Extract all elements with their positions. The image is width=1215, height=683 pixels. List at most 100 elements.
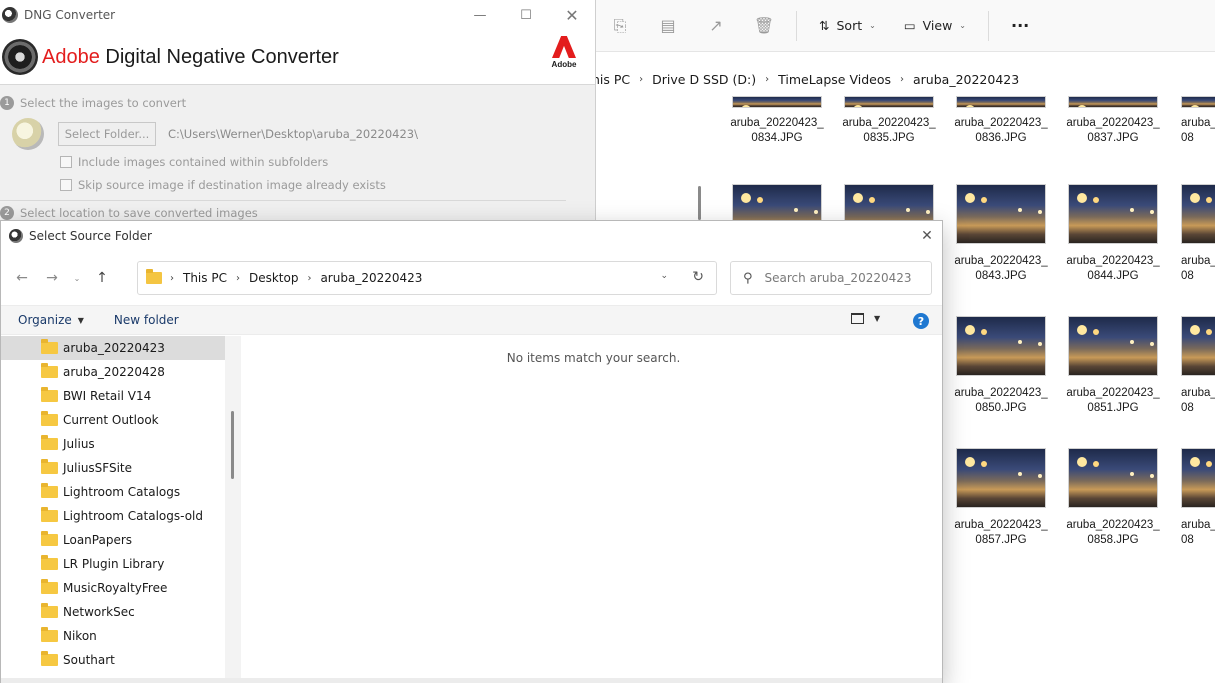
paste-icon[interactable]: ⎘ <box>596 0 644 52</box>
dng-titlebar: DNG Converter — ☐ ✕ <box>0 0 595 30</box>
dialog-address-bar[interactable]: › This PC › Desktop › aruba_20220423 ⌄ ↻ <box>137 261 717 295</box>
folder-tree-item[interactable]: aruba_20220428 <box>1 360 225 384</box>
delete-icon[interactable]: 🗑 <box>740 0 788 52</box>
toolbar-divider <box>796 10 797 41</box>
dialog-command-bar: Organize ▼ New folder ▼ ? <box>1 305 942 335</box>
folder-tree-item[interactable]: BWI Retail V14 <box>1 384 225 408</box>
maximize-icon[interactable]: ☐ <box>503 0 549 30</box>
section-divider <box>0 200 566 201</box>
sort-icon: ⇅ <box>819 18 830 33</box>
thumbnail-label: aruba_ 08 <box>1181 117 1215 144</box>
recent-locations-chevron-icon[interactable]: ⌄ <box>67 263 87 293</box>
folder-tree-item[interactable]: JuliusSFSite <box>1 456 225 480</box>
search-icon: ⚲ <box>743 270 753 286</box>
step-1-heading: 1 Select the images to convert <box>0 96 186 110</box>
thumbnail-label: aruba_ 08 <box>1181 255 1215 282</box>
change-view-button[interactable]: ▼ <box>851 313 880 324</box>
thumbnail-label: aruba_20220423_ 0850.JPG <box>954 387 1048 414</box>
folder-tree-item[interactable]: LR Plugin Library <box>1 552 225 576</box>
refresh-icon[interactable]: ↻ <box>692 269 704 285</box>
include-subfolders-checkbox[interactable]: Include images contained within subfolde… <box>60 155 328 169</box>
folder-name: NetworkSec <box>63 605 135 619</box>
thumbnail-image <box>1068 96 1158 108</box>
thumbnail-image <box>956 448 1046 508</box>
breadcrumb-item[interactable]: This PC <box>183 271 227 285</box>
thumbnail-label: aruba_20220423_ 0835.JPG <box>842 117 936 144</box>
folder-tree-item[interactable]: Julius <box>1 432 225 456</box>
minimize-icon[interactable]: — <box>457 0 503 30</box>
dng-app-icon <box>9 229 23 243</box>
folder-tree-item[interactable]: aruba_20220423 <box>1 336 225 360</box>
thumbnail-item[interactable]: aruba_20220423_ 0836.JPG <box>945 96 1057 146</box>
close-icon[interactable]: ✕ <box>549 0 595 30</box>
folder-tree-item[interactable]: Lightroom Catalogs <box>1 480 225 504</box>
thumbnail-label: aruba_ 08 <box>1181 387 1215 414</box>
thumbnail-item[interactable]: aruba_20220423_ 0850.JPG <box>945 316 1057 416</box>
share-icon[interactable]: ↗ <box>692 0 740 52</box>
folder-name: aruba_20220423 <box>63 341 165 355</box>
address-dropdown-chevron-icon[interactable]: ⌄ <box>660 271 668 281</box>
breadcrumb-item[interactable]: Drive D SSD (D:) <box>652 72 756 87</box>
breadcrumb-item[interactable]: aruba_20220423 <box>320 271 422 285</box>
folder-name: Lightroom Catalogs <box>63 485 181 499</box>
thumbnail-item[interactable]: aruba_20220423_ 0837.JPG <box>1057 96 1169 146</box>
folder-name: JuliusSFSite <box>63 461 133 475</box>
folder-name: Lightroom Catalogs-old <box>63 509 203 523</box>
folder-tree-item[interactable]: Southart <box>1 648 225 672</box>
thumbnail-label: aruba_20220423_ 0857.JPG <box>954 519 1048 546</box>
forward-arrow-icon[interactable]: → <box>37 263 67 293</box>
up-arrow-icon[interactable]: ↑ <box>87 263 117 293</box>
thumbnail-item[interactable]: aruba_ 08 <box>1169 316 1215 416</box>
thumbnail-image <box>956 316 1046 376</box>
more-options-button[interactable]: ··· <box>997 10 1043 42</box>
chevron-down-icon: ⌄ <box>869 21 876 30</box>
explorer-address-bar[interactable]: nis PC › Drive D SSD (D:) › TimeLapse Vi… <box>592 64 1215 94</box>
thumbnail-item[interactable]: aruba_20220423_ 0835.JPG <box>833 96 945 146</box>
folder-icon <box>41 507 58 522</box>
breadcrumb-item[interactable]: TimeLapse Videos <box>778 72 891 87</box>
thumbnail-item[interactable]: aruba_20220423_ 0843.JPG <box>945 184 1057 284</box>
folder-icon <box>41 459 58 474</box>
dng-window-title: DNG Converter <box>24 8 116 22</box>
thumbnail-item[interactable]: aruba_20220423_ 0858.JPG <box>1057 448 1169 548</box>
new-folder-button[interactable]: New folder <box>114 313 179 327</box>
back-arrow-icon[interactable]: ← <box>7 263 37 293</box>
folder-tree-scrollbar[interactable] <box>231 411 234 479</box>
folder-tree-item[interactable]: Lightroom Catalogs-old <box>1 504 225 528</box>
thumbnail-item[interactable]: aruba_ 08 <box>1169 448 1215 548</box>
folder-tree-item[interactable]: Current Outlook <box>1 408 225 432</box>
breadcrumb-item[interactable]: Desktop <box>249 271 299 285</box>
explorer-scrollbar[interactable] <box>698 186 701 220</box>
breadcrumb-item[interactable]: nis PC <box>592 72 630 87</box>
folder-tree-item[interactable]: LoanPapers <box>1 528 225 552</box>
thumbnail-item[interactable]: aruba_20220423_ 0844.JPG <box>1057 184 1169 284</box>
skip-existing-checkbox[interactable]: Skip source image if destination image a… <box>60 178 386 192</box>
select-folder-button[interactable]: Select Folder... <box>58 122 156 146</box>
search-placeholder: Search aruba_20220423 <box>764 271 912 285</box>
sort-button[interactable]: ⇅ Sort ⌄ <box>805 10 890 42</box>
thumbnail-label: aruba_20220423_ 0844.JPG <box>1066 255 1160 282</box>
checkbox-icon[interactable] <box>60 179 72 191</box>
help-button[interactable]: ? <box>913 313 929 329</box>
thumbnail-item[interactable]: aruba_ 08 <box>1169 96 1215 146</box>
folder-tree-item[interactable]: NetworkSec <box>1 600 225 624</box>
thumbnail-item[interactable]: aruba_20220423_ 0851.JPG <box>1057 316 1169 416</box>
source-path-text: C:\Users\Werner\Desktop\aruba_20220423\ <box>168 127 418 141</box>
close-icon[interactable]: ✕ <box>912 221 942 251</box>
rename-icon[interactable]: ▤ <box>644 0 692 52</box>
organize-button[interactable]: Organize ▼ <box>18 313 84 327</box>
view-button[interactable]: ▭ View ⌄ <box>890 10 980 42</box>
folder-tree-item[interactable]: Nikon <box>1 624 225 648</box>
explorer-toolbar: ⎘ ▤ ↗ 🗑 ⇅ Sort ⌄ ▭ View ⌄ ··· <box>596 0 1215 52</box>
thumbnail-item[interactable]: aruba_20220423_ 0834.JPG <box>721 96 833 146</box>
thumbnail-item[interactable]: aruba_20220423_ 0857.JPG <box>945 448 1057 548</box>
search-input[interactable]: ⚲ Search aruba_20220423 <box>730 261 932 295</box>
folder-name: Current Outlook <box>63 413 159 427</box>
pane-splitter[interactable] <box>225 336 241 682</box>
breadcrumb-item[interactable]: aruba_20220423 <box>913 72 1019 87</box>
folder-tree-item[interactable]: MusicRoyaltyFree <box>1 576 225 600</box>
thumbnail-label: aruba_20220423_ 0858.JPG <box>1066 519 1160 546</box>
thumbnail-item[interactable]: aruba_ 08 <box>1169 184 1215 284</box>
thumbnail-image <box>1181 184 1215 244</box>
checkbox-icon[interactable] <box>60 156 72 168</box>
